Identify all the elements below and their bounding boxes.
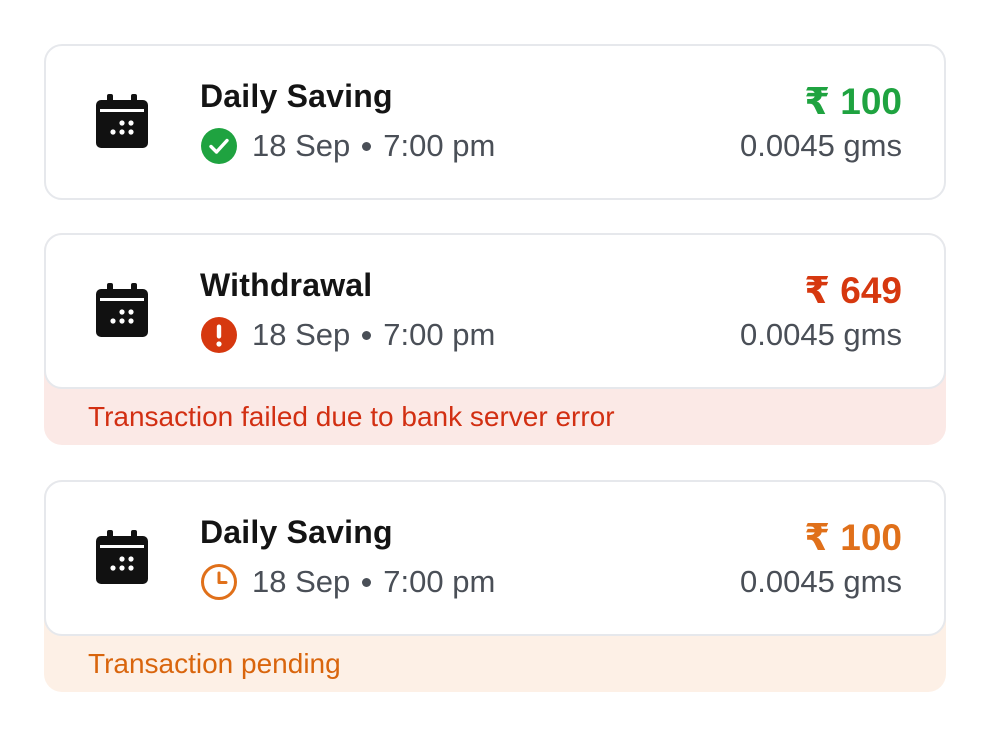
calendar-icon [96,283,148,337]
transaction-card[interactable]: Daily Saving 18 Sep 7:00 pm ₹ 100 0.0045… [44,44,946,200]
calendar-icon [96,530,148,584]
separator-dot [362,141,372,151]
transaction-title: Daily Saving [200,78,393,114]
transaction-grams: 0.0045 gms [740,128,902,163]
status-message: Transaction failed due to bank server er… [88,401,615,432]
transaction-card[interactable]: Withdrawal 18 Sep 7:00 pm ₹ 649 0.0045 g… [44,233,946,389]
transaction-card[interactable]: Daily Saving 18 Sep 7:00 pm ₹ 100 0.0045… [44,480,946,636]
status-message: Transaction pending [88,648,341,679]
calendar-icon [96,94,148,148]
clock-icon [201,564,237,600]
transaction-date: 18 Sep [252,128,351,163]
transaction-date: 18 Sep [252,564,351,599]
transaction-item[interactable]: Daily Saving 18 Sep 7:00 pm ₹ 100 0.0045… [44,44,946,200]
transaction-title: Withdrawal [200,267,373,303]
transaction-grams: 0.0045 gms [740,564,902,599]
transaction-grams: 0.0045 gms [740,317,902,352]
transaction-datetime: 18 Sep 7:00 pm [200,315,495,355]
alert-circle-icon [201,317,237,353]
separator-dot [362,330,372,340]
transaction-amount: ₹ 100 [804,81,902,122]
transaction-amount: ₹ 100 [804,517,902,558]
transaction-amount: ₹ 649 [804,270,902,311]
transaction-time: 7:00 pm [383,564,496,599]
transaction-title: Daily Saving [200,514,393,550]
transaction-item[interactable]: Daily Saving 18 Sep 7:00 pm ₹ 100 0.0045… [44,480,946,692]
transaction-time: 7:00 pm [383,128,496,163]
check-circle-icon [201,128,237,164]
transaction-item[interactable]: Withdrawal 18 Sep 7:00 pm ₹ 649 0.0045 g… [44,233,946,445]
transaction-date: 18 Sep [252,317,351,352]
transaction-datetime: 18 Sep 7:00 pm [200,562,495,602]
separator-dot [362,577,372,587]
transaction-time: 7:00 pm [383,317,496,352]
transaction-datetime: 18 Sep 7:00 pm [200,126,495,166]
